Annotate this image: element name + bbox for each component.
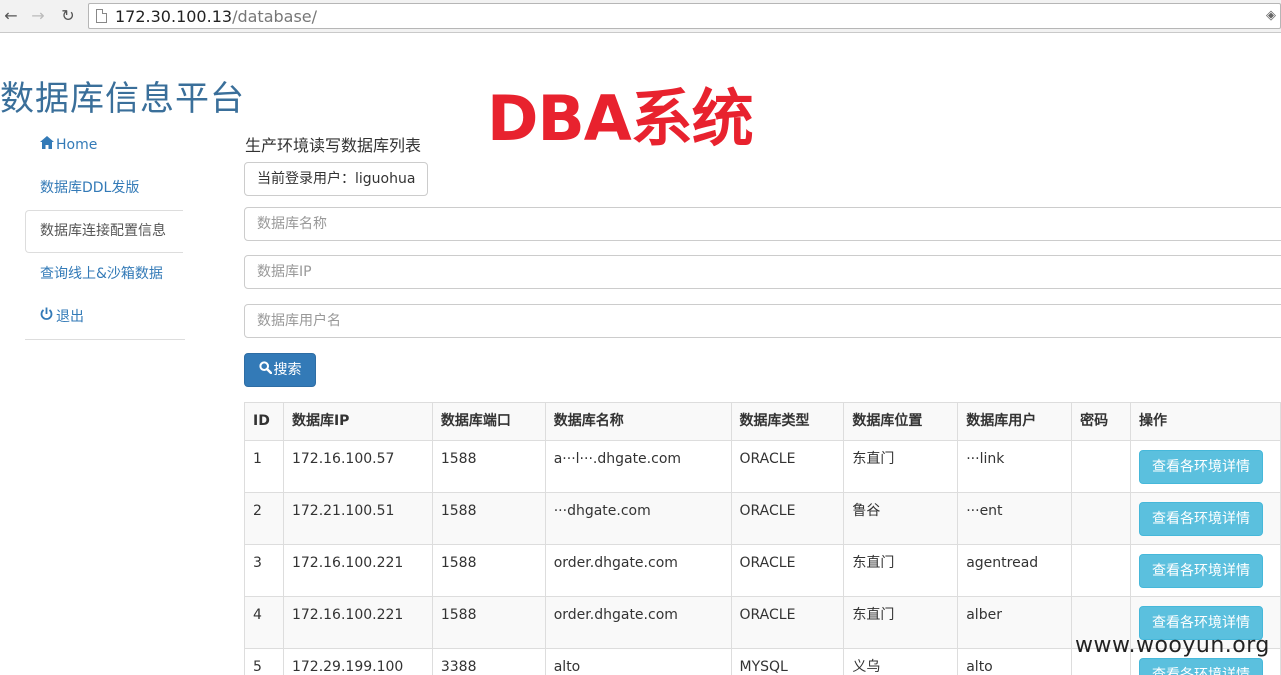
cell-ip: 172.29.199.100 xyxy=(282,648,433,675)
cell-location: 东直门 xyxy=(843,440,959,493)
sidebar-item-logout[interactable]: 退出 xyxy=(25,296,185,339)
back-arrow-icon[interactable]: ← xyxy=(1,6,21,26)
col-header-type: 数据库类型 xyxy=(730,402,845,441)
search-icon xyxy=(258,355,272,387)
cell-port: 1588 xyxy=(431,492,546,545)
home-icon xyxy=(40,124,56,167)
col-header-action: 操作 xyxy=(1130,402,1281,441)
db-name-input[interactable] xyxy=(244,207,1281,241)
sidebar-item-label: 数据库DDL发版 xyxy=(40,180,140,196)
cell-name: order.dhgate.com xyxy=(544,596,732,649)
page-icon xyxy=(96,9,107,23)
cell-id: 4 xyxy=(244,596,284,649)
cell-port: 1588 xyxy=(431,544,546,597)
sidebar-divider xyxy=(25,339,185,340)
col-header-name: 数据库名称 xyxy=(544,402,732,441)
sidebar-item-ddl-release[interactable]: 数据库DDL发版 xyxy=(25,167,185,210)
power-icon xyxy=(40,296,56,339)
col-header-password: 密码 xyxy=(1071,402,1131,441)
search-button[interactable]: 搜索 xyxy=(244,353,316,387)
view-env-details-button[interactable]: 查看各环境详情 xyxy=(1139,502,1263,536)
cell-id: 5 xyxy=(244,648,284,675)
cell-ip: 172.16.100.221 xyxy=(282,596,433,649)
cell-port: 1588 xyxy=(431,440,546,493)
db-ip-input[interactable] xyxy=(244,255,1281,289)
cell-password xyxy=(1071,544,1131,597)
cell-type: ORACLE xyxy=(730,596,845,649)
cell-name: ···dhgate.com xyxy=(544,492,732,545)
reload-icon[interactable]: ↻ xyxy=(58,6,78,26)
cell-type: ORACLE xyxy=(730,440,845,493)
cell-action: 查看各环境详情 xyxy=(1130,544,1281,597)
cell-port: 3388 xyxy=(431,648,546,675)
cell-ip: 172.16.100.221 xyxy=(282,544,433,597)
cell-password xyxy=(1071,492,1131,545)
sidebar-item-connection-config[interactable]: 数据库连接配置信息 xyxy=(25,210,183,253)
cell-action: 查看各环境详情 xyxy=(1130,492,1281,545)
view-env-details-button[interactable]: 查看各环境详情 xyxy=(1139,658,1263,675)
search-button-label: 搜索 xyxy=(273,362,302,378)
sidebar-item-label: 退出 xyxy=(56,309,84,325)
cell-name: a···l···.dhgate.com xyxy=(544,440,732,493)
cell-location: 义乌 xyxy=(843,648,959,675)
dba-system-stamp: DBA系统 xyxy=(487,82,754,155)
cell-ip: 172.16.100.57 xyxy=(282,440,433,493)
cell-name: alto xyxy=(544,648,732,675)
cell-location: 东直门 xyxy=(843,544,959,597)
col-header-port: 数据库端口 xyxy=(431,402,546,441)
watermark-text: www.wooyun.org xyxy=(1075,633,1270,658)
cell-port: 1588 xyxy=(431,596,546,649)
cell-type: MYSQL xyxy=(730,648,845,675)
browser-toolbar: ← → ↻ 172.30.100.13/database/ ◈ xyxy=(0,0,1281,33)
sidebar-item-label: 查询线上&沙箱数据 xyxy=(40,266,163,282)
db-username-input[interactable] xyxy=(244,304,1281,338)
cell-id: 2 xyxy=(244,492,284,545)
extension-icon[interactable]: ◈ xyxy=(1266,8,1276,24)
section-title: 生产环境读写数据库列表 xyxy=(245,136,422,155)
cell-id: 3 xyxy=(244,544,284,597)
cell-password xyxy=(1071,440,1131,493)
url-text: 172.30.100.13/database/ xyxy=(115,7,318,26)
forward-arrow-icon[interactable]: → xyxy=(28,6,48,26)
sidebar-item-query-data[interactable]: 查询线上&沙箱数据 xyxy=(25,253,185,296)
col-header-ip: 数据库IP xyxy=(282,402,433,441)
cell-action: 查看各环境详情 xyxy=(1130,440,1281,493)
view-env-details-button[interactable]: 查看各环境详情 xyxy=(1139,450,1263,484)
cell-user: alber xyxy=(957,596,1073,649)
sidebar-item-label: Home xyxy=(56,137,98,153)
cell-user: alto xyxy=(957,648,1073,675)
cell-type: ORACLE xyxy=(730,492,845,545)
table-row: 3 172.16.100.221 1588 order.dhgate.com ORACL… xyxy=(244,544,1281,597)
cell-location: 东直门 xyxy=(843,596,959,649)
col-header-user: 数据库用户 xyxy=(957,402,1073,441)
col-header-id: ID xyxy=(244,402,284,441)
cell-type: ORACLE xyxy=(730,544,845,597)
cell-ip: 172.21.100.51 xyxy=(282,492,433,545)
site-title: 数据库信息平台 xyxy=(0,79,245,119)
address-bar[interactable]: 172.30.100.13/database/ ◈ xyxy=(88,3,1281,29)
current-user-badge: 当前登录用户：liguohua xyxy=(244,162,429,196)
cell-name: order.dhgate.com xyxy=(544,544,732,597)
cell-user: ···ent xyxy=(957,492,1073,545)
view-env-details-button[interactable]: 查看各环境详情 xyxy=(1139,554,1263,588)
table-header-row: ID 数据库IP 数据库端口 数据库名称 数据库类型 数据库位置 数据库用户 密… xyxy=(244,402,1281,441)
table-row: 1 172.16.100.57 1588 a···l···.dhgate.com ORA… xyxy=(244,440,1281,493)
col-header-location: 数据库位置 xyxy=(843,402,959,441)
cell-user: agentread xyxy=(957,544,1073,597)
cell-user: ···link xyxy=(957,440,1073,493)
sidebar-item-home[interactable]: Home xyxy=(25,124,185,167)
sidebar-nav: Home 数据库DDL发版 数据库连接配置信息 查询线上&沙箱数据 退出 xyxy=(25,124,185,340)
cell-id: 1 xyxy=(244,440,284,493)
table-row: 2 172.21.100.51 1588 ···dhgate.com ORACLE 鲁谷 ·… xyxy=(244,492,1281,545)
cell-location: 鲁谷 xyxy=(843,492,959,545)
sidebar-item-label: 数据库连接配置信息 xyxy=(40,223,166,239)
